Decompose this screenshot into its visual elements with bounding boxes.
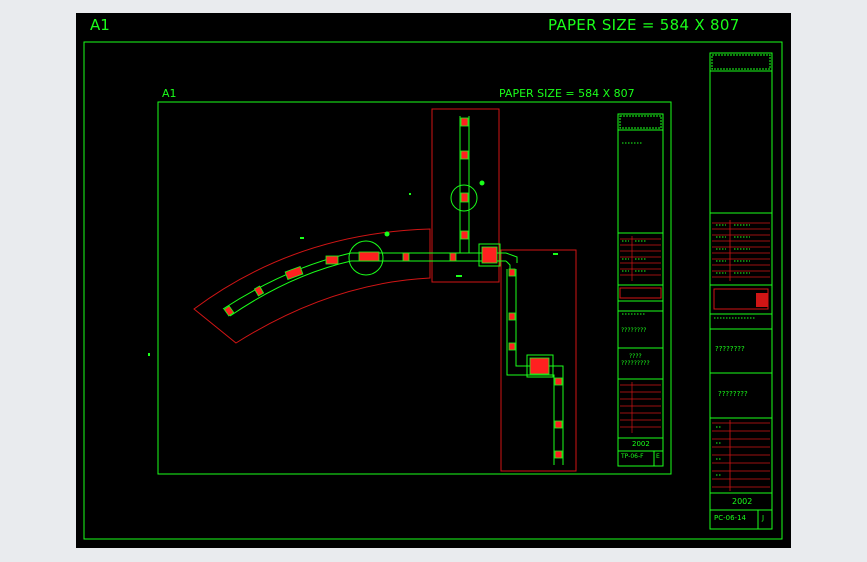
outer-revision: J [762, 514, 765, 522]
station-nodes [223, 117, 563, 459]
inner-title-block [617, 113, 664, 467]
inner-title-year: 2002 [632, 440, 650, 448]
outer-paper-size: PAPER SIZE = 584 X 807 [548, 16, 740, 34]
cad-viewport[interactable]: A1 PAPER SIZE = 584 X 807 A1 PAPER SIZE … [76, 13, 791, 548]
outer-sheet-label: A1 [90, 16, 110, 34]
inner-revision: E [656, 453, 660, 460]
outer-title-questions-b: ???????? [718, 390, 748, 398]
cad-drawing [83, 41, 783, 540]
inner-paper-size: PAPER SIZE = 584 X 807 [499, 87, 635, 100]
inner-drawing-number: TP-06-F [621, 453, 644, 460]
outer-sheet-border [83, 41, 783, 540]
outer-title-block [709, 52, 773, 530]
outer-title-year: 2002 [732, 497, 753, 506]
inner-sheet-label: A1 [162, 87, 177, 100]
site-boundaries [193, 108, 577, 472]
highway-alignment [222, 116, 564, 465]
inner-sheet-border [157, 101, 672, 475]
outer-drawing-number: PC-06-14 [714, 514, 746, 522]
outer-title-questions-a: ???????? [715, 345, 745, 353]
inner-title-questions-c: ????????? [621, 360, 650, 367]
inner-title-questions-b: ???? [629, 353, 642, 360]
inner-title-questions-a: ???????? [621, 327, 647, 334]
